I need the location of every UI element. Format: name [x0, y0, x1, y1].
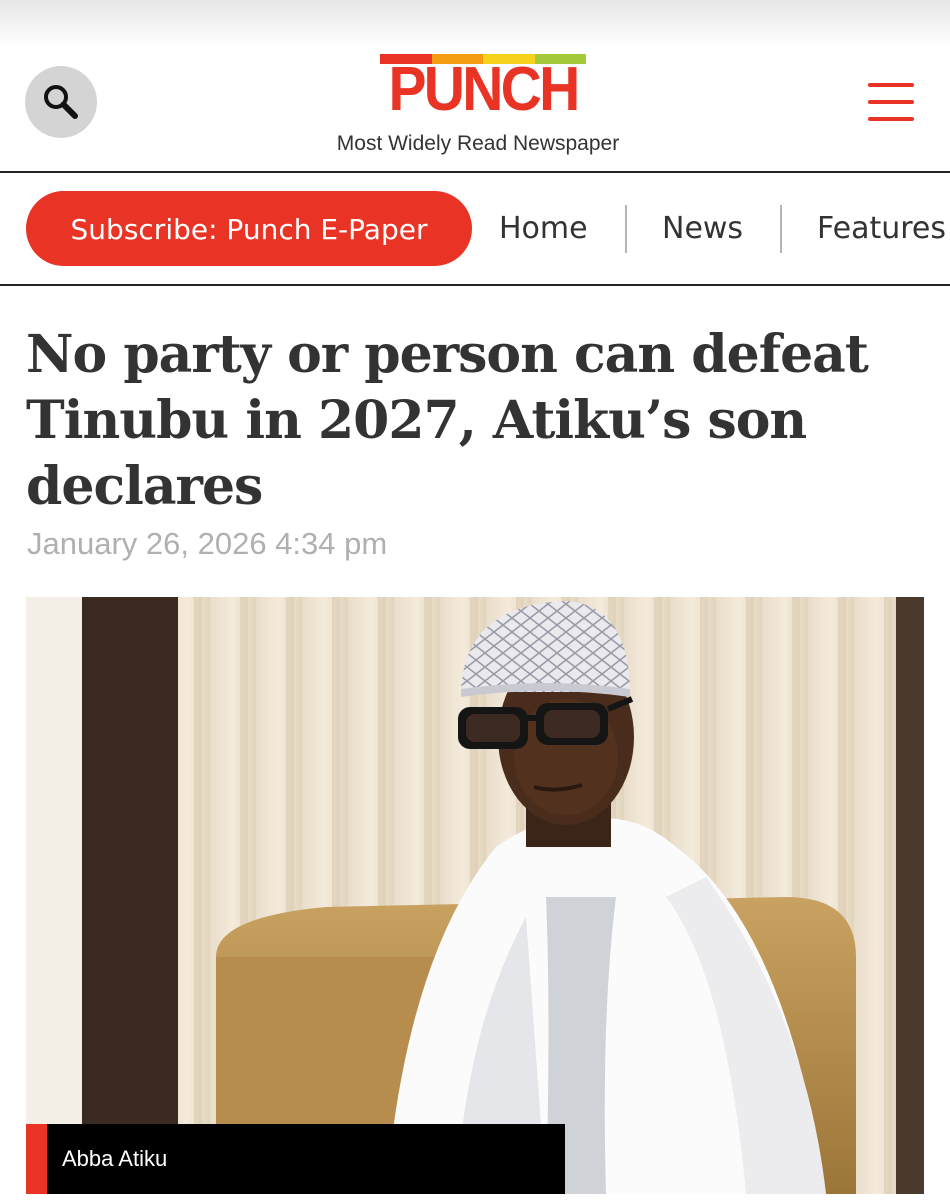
search-icon — [44, 85, 78, 119]
site-header: PUNCH Most Widely Read Newspaper — [0, 48, 950, 172]
nav-link-features[interactable]: Features — [817, 174, 946, 284]
nav-divider — [0, 284, 950, 286]
portrait-illustration — [26, 597, 924, 1194]
browser-top-shade — [0, 0, 950, 48]
logo-text: PUNCH — [388, 55, 580, 124]
nav-separator — [780, 205, 782, 253]
nav-link-news[interactable]: News — [662, 174, 743, 284]
article-photo[interactable]: Abba Atiku — [26, 597, 924, 1194]
header-divider — [0, 171, 950, 173]
photo-caption: Abba Atiku — [62, 1146, 168, 1171]
hamburger-menu-icon[interactable] — [868, 83, 914, 121]
article-timestamp: January 26, 2026 4:34 pm — [27, 526, 388, 561]
site-tagline: Most Widely Read Newspaper — [336, 132, 620, 155]
punch-logo[interactable]: PUNCH — [380, 54, 586, 122]
nav-separator — [625, 205, 627, 253]
subscribe-epaper-button[interactable]: Subscribe: Punch E-Paper — [26, 191, 472, 266]
caption-accent — [26, 1124, 47, 1194]
nav-link-home[interactable]: Home — [499, 174, 588, 284]
search-button[interactable] — [25, 66, 97, 138]
nav-bar: Subscribe: Punch E-Paper Home News Featu… — [0, 174, 950, 284]
article-headline: No party or person can defeat Tinubu in … — [26, 324, 869, 517]
photo-caption-bar: Abba Atiku — [26, 1124, 565, 1194]
